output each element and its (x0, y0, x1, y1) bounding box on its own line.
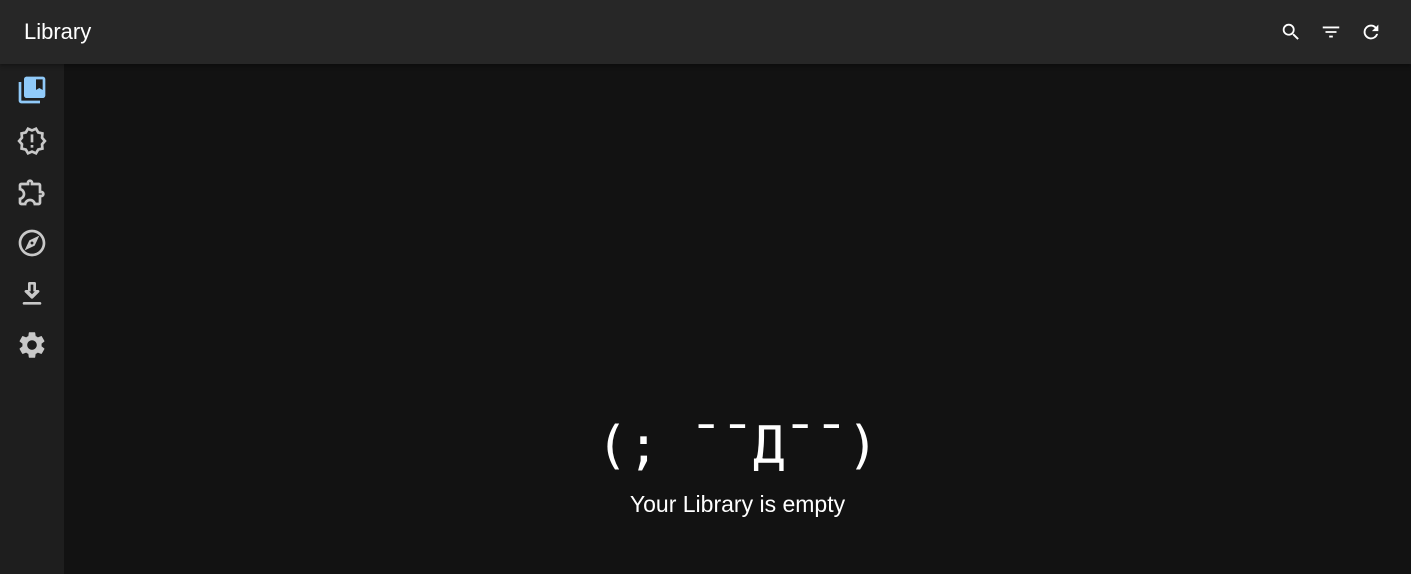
toolbar-actions (1275, 12, 1387, 52)
page-title: Library (24, 19, 92, 44)
settings-gear-icon (19, 331, 45, 358)
empty-state-message: Your Library is empty (629, 491, 846, 517)
refresh-icon (1363, 24, 1379, 40)
library-icon (18, 76, 46, 103)
sidebar-item-explore[interactable] (0, 217, 64, 268)
filter-icon (1322, 26, 1340, 38)
top-app-bar: Library (0, 0, 1411, 64)
navigation-sidebar (0, 64, 64, 574)
sidebar-item-updates[interactable] (0, 115, 64, 166)
updates-alert-icon (17, 126, 47, 155)
search-icon (1282, 23, 1299, 40)
search-button[interactable] (1275, 12, 1307, 52)
sidebar-item-settings[interactable] (0, 319, 64, 370)
empty-state-kaomoji: (; ¯¯Д¯¯) (596, 416, 879, 476)
refresh-button[interactable] (1355, 12, 1387, 52)
sidebar-item-downloads[interactable] (0, 268, 64, 319)
sidebar-item-library[interactable] (0, 64, 64, 115)
library-content: (; ¯¯Д¯¯) Your Library is empty (64, 64, 1411, 574)
app-window: Library (; ¯¯Д¯¯) Your Library is empty (0, 0, 1411, 574)
download-icon (22, 281, 42, 305)
explore-compass-icon (18, 229, 46, 256)
extensions-puzzle-icon (18, 178, 45, 205)
filter-button[interactable] (1315, 12, 1347, 52)
sidebar-item-extensions[interactable] (0, 166, 64, 217)
